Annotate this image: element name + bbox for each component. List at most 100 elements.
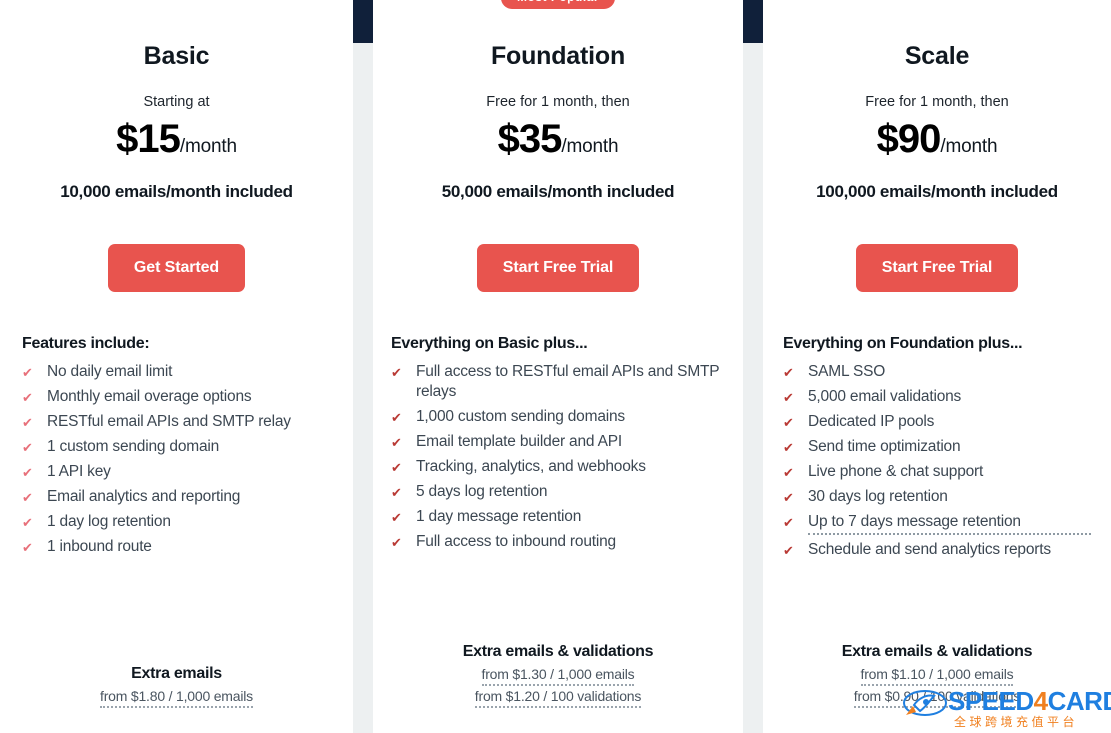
feature-label: 5 days log retention — [416, 483, 548, 500]
features-list-foundation: ✔ Full access to RESTful email APIs and S… — [391, 362, 725, 552]
price-intro-scale: Free for 1 month, then — [865, 94, 1009, 110]
feature-label: 1 day message retention — [416, 508, 582, 525]
check-icon: ✔ — [391, 510, 402, 525]
price-amount-scale: $90 — [876, 117, 942, 161]
check-icon: ✔ — [783, 440, 794, 455]
extras-price-text: from $1.10 / 1,000 emails — [860, 666, 1014, 686]
feature-item: ✔ Dedicated IP pools — [783, 412, 1091, 432]
price-period-foundation: /month — [561, 136, 619, 157]
features-heading-foundation: Everything on Basic plus... — [391, 335, 588, 352]
feature-item: ✔ Schedule and send analytics reports — [783, 540, 1091, 560]
check-icon: ✔ — [22, 465, 33, 480]
feature-label: 1,000 custom sending domains — [416, 408, 625, 425]
feature-item: ✔ Full access to inbound routing — [391, 532, 725, 552]
feature-label: Up to 7 days message retention — [808, 512, 1091, 535]
extras-price-line: from $1.80 / 1,000 emails — [0, 688, 353, 708]
check-icon: ✔ — [783, 465, 794, 480]
feature-item: ✔ 1 custom sending domain — [22, 437, 331, 457]
pricing-card-basic: Basic Starting at $15/month 10,000 email… — [0, 0, 353, 733]
feature-label: Full access to inbound routing — [416, 533, 616, 550]
feature-label: Live phone & chat support — [808, 463, 984, 480]
start-free-trial-button-foundation[interactable]: Start Free Trial — [476, 244, 640, 292]
separator-cap-right — [743, 0, 763, 43]
feature-item: ✔ Full access to RESTful email APIs and S… — [391, 362, 725, 402]
feature-item: ✔ SAML SSO — [783, 362, 1091, 382]
feature-item: ✔ Send time optimization — [783, 437, 1091, 457]
check-icon: ✔ — [391, 460, 402, 475]
extras-title-scale: Extra emails & validations — [841, 643, 1033, 660]
price-row-basic: $15/month — [22, 117, 331, 170]
check-icon: ✔ — [391, 365, 402, 380]
check-icon: ✔ — [783, 515, 794, 530]
feature-item: ✔ 5,000 email validations — [783, 387, 1091, 407]
most-popular-badge: Most Popular — [500, 0, 616, 9]
feature-item: ✔ 1 API key — [22, 462, 331, 482]
check-icon: ✔ — [391, 535, 402, 550]
price-row-scale: $90/month — [783, 117, 1091, 170]
feature-item: ✔ 1,000 custom sending domains — [391, 407, 725, 427]
feature-label: Dedicated IP pools — [808, 413, 935, 430]
pricing-table: Basic Starting at $15/month 10,000 email… — [0, 0, 1111, 733]
check-icon: ✔ — [22, 365, 33, 380]
check-icon: ✔ — [783, 490, 794, 505]
features-list-basic: ✔ No daily email limit ✔ Monthly email over… — [22, 362, 331, 557]
feature-label: SAML SSO — [808, 363, 886, 380]
extras-price-text: from $1.30 / 1,000 emails — [481, 666, 635, 686]
feature-label: Full access to RESTful email APIs and SM… — [416, 363, 720, 400]
plan-title-basic: Basic — [143, 42, 210, 70]
get-started-button[interactable]: Get Started — [107, 244, 246, 292]
pricing-card-scale: Scale Free for 1 month, then $90/month 1… — [763, 0, 1111, 733]
check-icon: ✔ — [22, 515, 33, 530]
feature-label: Monthly email overage options — [47, 388, 252, 405]
price-intro-foundation: Free for 1 month, then — [486, 94, 630, 110]
check-icon: ✔ — [783, 365, 794, 380]
feature-item: ✔ 30 days log retention — [783, 487, 1091, 507]
feature-label: 5,000 email validations — [808, 388, 962, 405]
check-icon: ✔ — [391, 485, 402, 500]
extras-price-line: from $1.20 / 100 validations — [373, 688, 743, 708]
check-icon: ✔ — [783, 415, 794, 430]
start-free-trial-button-scale[interactable]: Start Free Trial — [855, 244, 1019, 292]
feature-label: Send time optimization — [808, 438, 961, 455]
features-heading-scale: Everything on Foundation plus... — [783, 335, 1023, 352]
column-separator-left — [353, 0, 373, 733]
feature-label: Email analytics and reporting — [47, 488, 241, 505]
features-heading-basic: Features include: — [22, 335, 150, 352]
feature-item: ✔ 1 inbound route — [22, 537, 331, 557]
feature-item: ✔ 5 days log retention — [391, 482, 725, 502]
extras-price-line: from $1.30 / 1,000 emails — [373, 666, 743, 686]
price-row-foundation: $35/month — [391, 117, 725, 170]
check-icon: ✔ — [783, 390, 794, 405]
feature-item: ✔ No daily email limit — [22, 362, 331, 382]
check-icon: ✔ — [22, 415, 33, 430]
feature-item: ✔ 1 day message retention — [391, 507, 725, 527]
extras-title-foundation: Extra emails & validations — [462, 643, 654, 660]
extras-price-text: from $1.80 / 1,000 emails — [100, 688, 253, 708]
price-amount-foundation: $35 — [497, 117, 563, 161]
feature-item: ✔ 1 day log retention — [22, 512, 331, 532]
feature-label: RESTful email APIs and SMTP relay — [47, 413, 291, 430]
plan-title-foundation: Foundation — [490, 42, 626, 70]
feature-item: ✔ Monthly email overage options — [22, 387, 331, 407]
feature-item: ✔ RESTful email APIs and SMTP relay — [22, 412, 331, 432]
feature-item: ✔ Email analytics and reporting — [22, 487, 331, 507]
feature-label: 1 API key — [47, 463, 111, 480]
feature-label: 1 day log retention — [47, 513, 171, 530]
check-icon: ✔ — [783, 543, 794, 558]
feature-item: ✔ Live phone & chat support — [783, 462, 1091, 482]
price-amount-basic: $15 — [116, 117, 181, 161]
feature-item: ✔ Up to 7 days message retention — [783, 512, 1091, 535]
feature-label: 1 custom sending domain — [47, 438, 220, 455]
cta-wrap-basic: Get Started — [22, 244, 331, 292]
feature-label: Tracking, analytics, and webhooks — [416, 458, 646, 475]
extras-scale: Extra emails & validations from $1.10 / … — [763, 642, 1111, 708]
extras-price-text: from $0.90 / 100 validations — [853, 688, 1020, 708]
check-icon: ✔ — [22, 440, 33, 455]
column-separator-right — [743, 0, 763, 733]
check-icon: ✔ — [22, 390, 33, 405]
feature-label: No daily email limit — [47, 363, 173, 380]
features-list-scale: ✔ SAML SSO ✔ 5,000 email validations ✔ Dedica… — [783, 362, 1091, 560]
included-emails-scale: 100,000 emails/month included — [816, 182, 1058, 201]
check-icon: ✔ — [391, 410, 402, 425]
cta-wrap-foundation: Start Free Trial — [391, 244, 725, 292]
